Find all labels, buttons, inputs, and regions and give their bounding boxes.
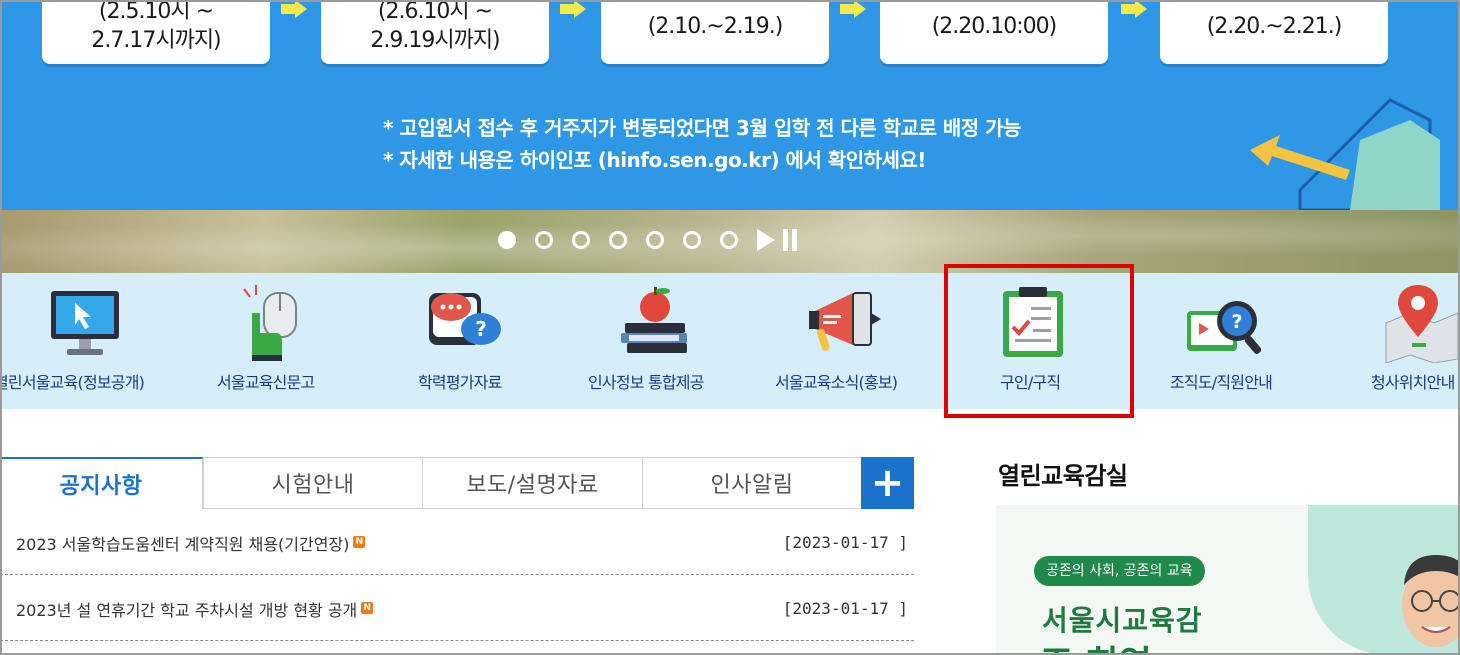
notice-title-text: 2023 서울학습도움센터 계약직원 채용(기간연장) — [16, 535, 350, 554]
megaphone-icon — [809, 292, 881, 351]
quick-item-assessment[interactable]: ? 학력평가자료 — [400, 273, 530, 409]
quick-item-news[interactable]: 서울교육소식(홍보) — [765, 273, 925, 409]
banner-note: * 고입원서 접수 후 거주지가 변동되었다면 3월 입학 전 다른 학교로 배… — [383, 116, 1021, 140]
panel-title: 열린교육감실 — [998, 462, 1128, 490]
notice-tabs: 공지사항 시험안내 보도/설명자료 인사알림 — [0, 457, 862, 509]
svg-text:?: ? — [1231, 311, 1242, 333]
slider-pagination — [498, 231, 738, 249]
step-date-line2: 2.7.17시까지) — [91, 28, 221, 53]
schedule-step-5: (2.20.~2.21.) — [1160, 0, 1388, 64]
play-icon[interactable] — [757, 229, 775, 251]
notice-list: 2023 서울학습도움센터 계약직원 채용(기간연장) N [2023-01-17… — [0, 509, 914, 641]
map-pin-icon — [1385, 285, 1459, 363]
new-badge: N — [361, 601, 374, 614]
clipboard-check-icon — [1003, 287, 1063, 357]
step-date-line1: (2.6.10시 ~ — [377, 0, 493, 24]
slider-dot[interactable] — [572, 231, 590, 249]
notice-date: [2023-01-17 ] — [782, 599, 908, 618]
panel-headline-name: 조 희연 — [1040, 635, 1152, 655]
quick-item-petition[interactable]: 서울교육신문고 — [190, 273, 350, 409]
quick-item-label: 구인/구직 — [1000, 373, 1061, 392]
quick-item-org-chart[interactable]: ? 조직도/직원안내 — [1150, 273, 1310, 409]
slider-dot[interactable] — [720, 231, 738, 249]
banner-note: * 자세한 내용은 하이인포 (hinfo.sen.go.kr) 에서 확인하세… — [383, 148, 926, 172]
quick-item-label: 청사위치안내 — [1371, 373, 1455, 392]
schedule-step-4: (2.20.10:00) — [880, 0, 1108, 64]
portrait-image — [1402, 555, 1460, 647]
arrow-right-icon — [1121, 0, 1147, 18]
notice-title[interactable]: 2023년 설 연휴기간 학교 주차시설 개방 현황 공개 N — [16, 597, 374, 621]
svg-text:?: ? — [475, 317, 487, 341]
tab-personnel[interactable]: 인사알림 — [643, 457, 862, 509]
quick-item-jobs[interactable]: 구인/구직 — [960, 273, 1120, 409]
monitor-icon — [51, 291, 119, 355]
quick-item-label: 학력평가자료 — [418, 373, 502, 392]
quick-item-label: 서울교육소식(홍보) — [775, 373, 898, 392]
step-date-line2: 2.9.19시까지) — [370, 28, 500, 53]
notice-title-text: 2023년 설 연휴기간 학교 주차시설 개방 현황 공개 — [16, 601, 358, 620]
step-date-line1: (2.10.~2.19.) — [647, 13, 784, 39]
arrow-right-icon — [281, 0, 307, 18]
hand-click-icon — [243, 285, 297, 361]
quick-item-label: 조직도/직원안내 — [1170, 373, 1273, 392]
magnifier-question-icon: ? — [1187, 301, 1262, 355]
quick-item-hr-info[interactable]: 인사정보 통합제공 — [580, 273, 730, 409]
tab-notices[interactable]: 공지사항 — [0, 457, 203, 509]
banner-notes: * 고입원서 접수 후 거주지가 변동되었다면 3월 입학 전 다른 학교로 배… — [383, 112, 1021, 176]
quick-menu: 열린서울교육(정보공개) 서울교육신문고 ? 학력평가자료 인사정보 통합제공 … — [0, 273, 1460, 409]
quick-item-label: 서울교육신문고 — [217, 373, 315, 392]
step-date-line1: (2.5.10시 ~ — [98, 0, 214, 24]
slider-dot[interactable] — [683, 231, 701, 249]
list-item[interactable]: 2023년 설 연휴기간 학교 주차시설 개방 현황 공개 N [2023-01-… — [0, 575, 914, 641]
schedule-step-3: (2.10.~2.19.) — [601, 0, 829, 64]
tab-exams[interactable]: 시험안내 — [203, 457, 423, 509]
slider-dot[interactable] — [498, 231, 516, 249]
main-banner[interactable]: (2.5.10시 ~ 2.7.17시까지) (2.6.10시 ~ 2.9.19시… — [0, 0, 1460, 210]
document-illustration-icon — [1250, 98, 1440, 210]
more-button[interactable]: + — [861, 457, 914, 509]
slider-dot[interactable] — [609, 231, 627, 249]
new-badge: N — [353, 535, 366, 548]
step-date-line1: (2.20.~2.21.) — [1206, 13, 1343, 39]
arrow-right-icon — [560, 0, 586, 18]
schedule-step-2: (2.6.10시 ~ 2.9.19시까지) — [321, 0, 549, 64]
schedule-step-1: (2.5.10시 ~ 2.7.17시까지) — [42, 0, 270, 64]
slider-dot[interactable] — [535, 231, 553, 249]
notice-title[interactable]: 2023 서울학습도움센터 계약직원 채용(기간연장) N — [16, 531, 366, 555]
quick-item-label: 인사정보 통합제공 — [588, 373, 704, 392]
arrow-right-icon — [840, 0, 866, 18]
quick-item-label: 열린서울교육(정보공개) — [0, 373, 145, 392]
slogan-pill: 공존의 사회, 공존의 교육 — [1034, 556, 1205, 586]
list-item[interactable]: 2023 서울학습도움센터 계약직원 채용(기간연장) N [2023-01-17… — [0, 509, 914, 575]
notice-date: [2023-01-17 ] — [782, 533, 908, 552]
books-apple-icon — [621, 287, 687, 353]
tab-press[interactable]: 보도/설명자료 — [423, 457, 643, 509]
chat-question-icon: ? — [429, 293, 501, 345]
step-date-line1: (2.20.10:00) — [931, 13, 1058, 39]
panel-headline: 서울시교육감 — [1042, 604, 1203, 637]
quick-item-open-info[interactable]: 열린서울교육(정보공개) — [0, 273, 170, 409]
pause-icon[interactable] — [782, 229, 798, 251]
superintendent-banner[interactable]: 공존의 사회, 공존의 교육 서울시교육감 조 희연 — [996, 505, 1460, 655]
quick-item-location[interactable]: 청사위치안내 — [1355, 273, 1460, 409]
slider-dot[interactable] — [646, 231, 664, 249]
